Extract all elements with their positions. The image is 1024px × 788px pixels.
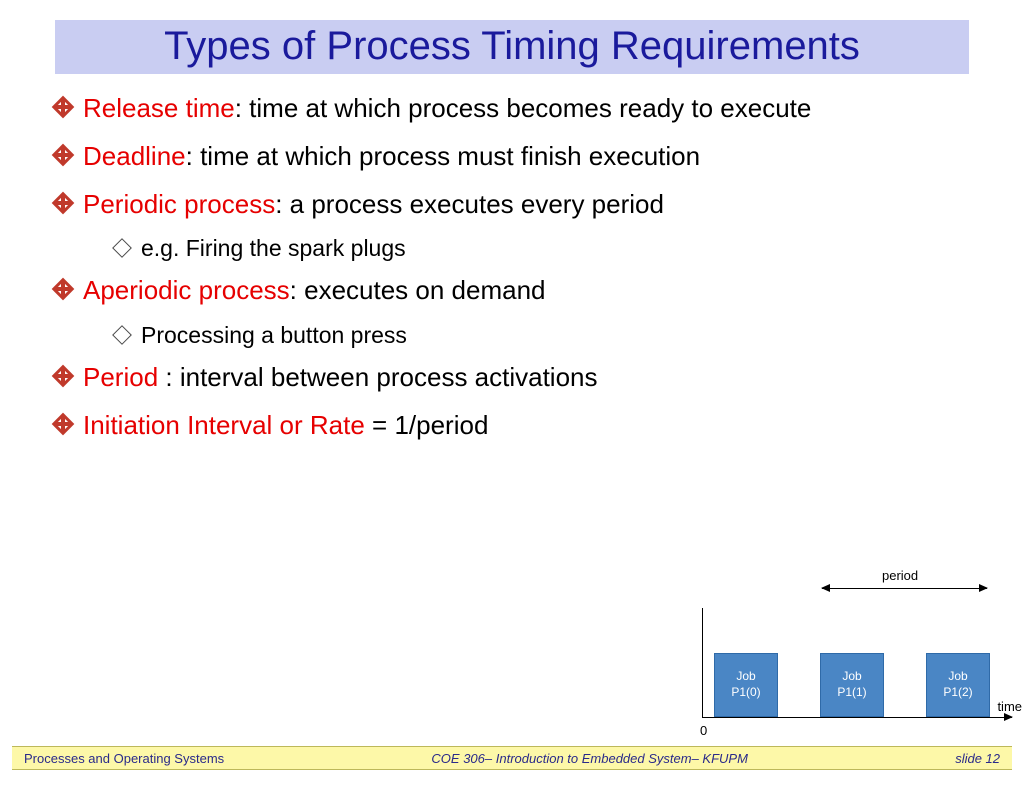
job-label: Job [927, 669, 989, 685]
sub-bullet-text: Processing a button press [141, 322, 407, 349]
job-label: P1(1) [821, 685, 883, 701]
sub-bullet-text: e.g. Firing the spark plugs [141, 235, 406, 262]
y-axis [702, 608, 703, 718]
bullet-text: Release time: time at which process beco… [83, 92, 811, 126]
bullet-rest: : time at which process must finish exec… [186, 141, 700, 171]
x-axis [702, 717, 1012, 718]
sub-bullet-item: e.g. Firing the spark plugs [115, 235, 974, 262]
bullet-item: Release time: time at which process beco… [55, 92, 974, 126]
bullet-rest: : a process executes every period [275, 189, 664, 219]
bullet-term: Release time [83, 93, 235, 123]
slide-title: Types of Process Timing Requirements [164, 20, 860, 74]
bullet-term: Deadline [83, 141, 186, 171]
bullet-term: Period [83, 362, 165, 392]
footer-center: COE 306– Introduction to Embedded System… [224, 751, 955, 766]
bullet-text: Periodic process: a process executes eve… [83, 188, 664, 222]
slide-footer: Processes and Operating Systems COE 306–… [12, 746, 1012, 770]
sub-bullet-icon [115, 241, 129, 255]
time-axis-label: time [997, 699, 1022, 714]
bullet-icon [55, 147, 71, 163]
job-box: Job P1(1) [820, 653, 884, 717]
bullet-rest: : executes on demand [290, 275, 546, 305]
job-label: P1(0) [715, 685, 777, 701]
bullet-text: Aperiodic process: executes on demand [83, 274, 546, 308]
period-arrow-icon [822, 588, 987, 589]
title-band: Types of Process Timing Requirements [55, 20, 969, 74]
bullet-text: Initiation Interval or Rate = 1/period [83, 409, 488, 443]
sub-bullet-icon [115, 328, 129, 342]
bullet-text: Period : interval between process activa… [83, 361, 598, 395]
slide-content: Release time: time at which process beco… [0, 74, 1024, 443]
bullet-text: Deadline: time at which process must fin… [83, 140, 700, 174]
sub-bullet-item: Processing a button press [115, 322, 974, 349]
bullet-item: Periodic process: a process executes eve… [55, 188, 974, 222]
bullet-item: Aperiodic process: executes on demand [55, 274, 974, 308]
job-label: P1(2) [927, 685, 989, 701]
bullet-term: Aperiodic process [83, 275, 290, 305]
bullet-term: Periodic process [83, 189, 275, 219]
bullet-rest: : interval between process activations [165, 362, 597, 392]
job-box: Job P1(2) [926, 653, 990, 717]
bullet-rest: = 1/period [372, 410, 488, 440]
period-diagram: period Job P1(0) Job P1(1) Job P1(2) 0 t… [692, 568, 1022, 738]
footer-right: slide 12 [955, 751, 1000, 766]
footer-left: Processes and Operating Systems [24, 751, 224, 766]
job-label: Job [821, 669, 883, 685]
bullet-item: Deadline: time at which process must fin… [55, 140, 974, 174]
bullet-icon [55, 368, 71, 384]
job-label: Job [715, 669, 777, 685]
bullet-rest: : time at which process becomes ready to… [235, 93, 812, 123]
bullet-icon [55, 195, 71, 211]
bullet-item: Period : interval between process activa… [55, 361, 974, 395]
origin-label: 0 [700, 723, 707, 738]
job-box: Job P1(0) [714, 653, 778, 717]
bullet-term: Initiation Interval or Rate [83, 410, 372, 440]
bullet-icon [55, 99, 71, 115]
bullet-icon [55, 416, 71, 432]
bullet-item: Initiation Interval or Rate = 1/period [55, 409, 974, 443]
period-label: period [882, 568, 918, 583]
bullet-icon [55, 281, 71, 297]
